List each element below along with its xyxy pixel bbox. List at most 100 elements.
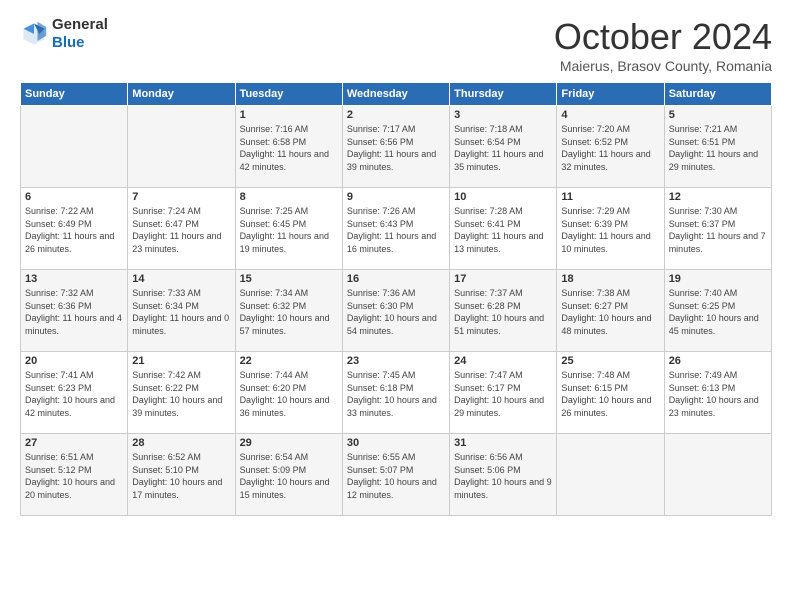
calendar-cell: 27 Sunrise: 6:51 AM Sunset: 5:12 PM Dayli… xyxy=(21,434,128,516)
calendar-cell: 24 Sunrise: 7:47 AM Sunset: 6:17 PM Dayli… xyxy=(450,352,557,434)
logo-line2: Blue xyxy=(52,34,108,52)
calendar-cell: 29Sunrise: 6:54 AM Sunset: 5:09 PM Dayli… xyxy=(235,434,342,516)
cell-info: Sunrise: 7:29 AM Sunset: 6:39 PM Dayligh… xyxy=(561,205,659,255)
calendar-cell: 18 Sunrise: 7:38 AM Sunset: 6:27 PM Dayli… xyxy=(557,270,664,352)
day-number: 22 xyxy=(240,355,338,367)
cell-info: Sunrise: 7:24 AM Sunset: 6:47 PM Dayligh… xyxy=(132,205,230,255)
cell-info: Sunrise: 7:41 AM Sunset: 6:23 PM Dayligh… xyxy=(25,369,123,419)
calendar-cell: 1Sunrise: 7:16 AM Sunset: 6:58 PM Daylig… xyxy=(235,106,342,188)
calendar-cell: 17Sunrise: 7:37 AM Sunset: 6:28 PM Dayli… xyxy=(450,270,557,352)
day-number: 26 xyxy=(669,355,767,367)
cell-info: Sunrise: 7:36 AM Sunset: 6:30 PM Dayligh… xyxy=(347,287,445,337)
calendar-cell xyxy=(21,106,128,188)
cell-info: Sunrise: 7:21 AM Sunset: 6:51 PM Dayligh… xyxy=(669,123,767,173)
day-number: 30 xyxy=(347,437,445,449)
calendar-cell: 30 Sunrise: 6:55 AM Sunset: 5:07 PM Dayli… xyxy=(342,434,449,516)
title-block: October 2024 Maierus, Brasov County, Rom… xyxy=(554,16,772,74)
cell-info: Sunrise: 6:54 AM Sunset: 5:09 PM Dayligh… xyxy=(240,451,338,501)
calendar-cell: 20 Sunrise: 7:41 AM Sunset: 6:23 PM Dayli… xyxy=(21,352,128,434)
day-number: 20 xyxy=(25,355,123,367)
day-header: Monday xyxy=(128,83,235,106)
calendar-cell: 13Sunrise: 7:32 AM Sunset: 6:36 PM Dayli… xyxy=(21,270,128,352)
cell-info: Sunrise: 7:32 AM Sunset: 6:36 PM Dayligh… xyxy=(25,287,123,337)
logo-line1: General xyxy=(52,16,108,34)
header: General Blue October 2024 Maierus, Braso… xyxy=(20,16,772,74)
calendar-cell: 21 Sunrise: 7:42 AM Sunset: 6:22 PM Dayli… xyxy=(128,352,235,434)
cell-info: Sunrise: 6:56 AM Sunset: 5:06 PM Dayligh… xyxy=(454,451,552,501)
day-number: 3 xyxy=(454,109,552,121)
day-header: Wednesday xyxy=(342,83,449,106)
day-header: Thursday xyxy=(450,83,557,106)
cell-info: Sunrise: 7:47 AM Sunset: 6:17 PM Dayligh… xyxy=(454,369,552,419)
calendar-week: 6 Sunrise: 7:22 AM Sunset: 6:49 PM Daylig… xyxy=(21,188,772,270)
cell-info: Sunrise: 7:25 AM Sunset: 6:45 PM Dayligh… xyxy=(240,205,338,255)
cell-info: Sunrise: 7:30 AM Sunset: 6:37 PM Dayligh… xyxy=(669,205,767,255)
calendar-cell: 4Sunrise: 7:20 AM Sunset: 6:52 PM Daylig… xyxy=(557,106,664,188)
day-number: 27 xyxy=(25,437,123,449)
day-number: 21 xyxy=(132,355,230,367)
logo: General Blue xyxy=(20,16,108,52)
day-number: 23 xyxy=(347,355,445,367)
day-number: 28 xyxy=(132,437,230,449)
cell-info: Sunrise: 7:18 AM Sunset: 6:54 PM Dayligh… xyxy=(454,123,552,173)
day-number: 24 xyxy=(454,355,552,367)
cell-info: Sunrise: 7:42 AM Sunset: 6:22 PM Dayligh… xyxy=(132,369,230,419)
cell-info: Sunrise: 7:49 AM Sunset: 6:13 PM Dayligh… xyxy=(669,369,767,419)
cell-info: Sunrise: 7:20 AM Sunset: 6:52 PM Dayligh… xyxy=(561,123,659,173)
day-number: 6 xyxy=(25,191,123,203)
calendar-cell: 5 Sunrise: 7:21 AM Sunset: 6:51 PM Daylig… xyxy=(664,106,771,188)
day-number: 7 xyxy=(132,191,230,203)
day-number: 5 xyxy=(669,109,767,121)
calendar-cell: 14Sunrise: 7:33 AM Sunset: 6:34 PM Dayli… xyxy=(128,270,235,352)
day-number: 31 xyxy=(454,437,552,449)
month-title: October 2024 xyxy=(554,16,772,58)
calendar-cell: 15 Sunrise: 7:34 AM Sunset: 6:32 PM Dayli… xyxy=(235,270,342,352)
calendar-cell: 23 Sunrise: 7:45 AM Sunset: 6:18 PM Dayli… xyxy=(342,352,449,434)
calendar-cell: 7 Sunrise: 7:24 AM Sunset: 6:47 PM Daylig… xyxy=(128,188,235,270)
calendar-cell: 9Sunrise: 7:26 AM Sunset: 6:43 PM Daylig… xyxy=(342,188,449,270)
cell-info: Sunrise: 6:55 AM Sunset: 5:07 PM Dayligh… xyxy=(347,451,445,501)
day-header: Tuesday xyxy=(235,83,342,106)
calendar-cell: 26 Sunrise: 7:49 AM Sunset: 6:13 PM Dayli… xyxy=(664,352,771,434)
day-number: 11 xyxy=(561,191,659,203)
day-number: 8 xyxy=(240,191,338,203)
cell-info: Sunrise: 7:48 AM Sunset: 6:15 PM Dayligh… xyxy=(561,369,659,419)
calendar-cell: 28 Sunrise: 6:52 AM Sunset: 5:10 PM Dayli… xyxy=(128,434,235,516)
page: General Blue October 2024 Maierus, Braso… xyxy=(0,0,792,612)
cell-info: Sunrise: 7:33 AM Sunset: 6:34 PM Dayligh… xyxy=(132,287,230,337)
day-number: 2 xyxy=(347,109,445,121)
cell-info: Sunrise: 7:22 AM Sunset: 6:49 PM Dayligh… xyxy=(25,205,123,255)
calendar-cell: 2 Sunrise: 7:17 AM Sunset: 6:56 PM Daylig… xyxy=(342,106,449,188)
cell-info: Sunrise: 7:44 AM Sunset: 6:20 PM Dayligh… xyxy=(240,369,338,419)
calendar-cell: 6 Sunrise: 7:22 AM Sunset: 6:49 PM Daylig… xyxy=(21,188,128,270)
calendar-week: 20 Sunrise: 7:41 AM Sunset: 6:23 PM Dayli… xyxy=(21,352,772,434)
cell-info: Sunrise: 7:34 AM Sunset: 6:32 PM Dayligh… xyxy=(240,287,338,337)
calendar-cell: 8 Sunrise: 7:25 AM Sunset: 6:45 PM Daylig… xyxy=(235,188,342,270)
calendar-cell: 16 Sunrise: 7:36 AM Sunset: 6:30 PM Dayli… xyxy=(342,270,449,352)
day-number: 19 xyxy=(669,273,767,285)
cell-info: Sunrise: 7:16 AM Sunset: 6:58 PM Dayligh… xyxy=(240,123,338,173)
cell-info: Sunrise: 7:26 AM Sunset: 6:43 PM Dayligh… xyxy=(347,205,445,255)
calendar-cell xyxy=(557,434,664,516)
calendar-cell: 12Sunrise: 7:30 AM Sunset: 6:37 PM Dayli… xyxy=(664,188,771,270)
day-header: Saturday xyxy=(664,83,771,106)
day-header: Friday xyxy=(557,83,664,106)
calendar-table: SundayMondayTuesdayWednesdayThursdayFrid… xyxy=(20,82,772,516)
calendar-cell: 11 Sunrise: 7:29 AM Sunset: 6:39 PM Dayli… xyxy=(557,188,664,270)
cell-info: Sunrise: 6:51 AM Sunset: 5:12 PM Dayligh… xyxy=(25,451,123,501)
calendar-week: 27 Sunrise: 6:51 AM Sunset: 5:12 PM Dayli… xyxy=(21,434,772,516)
day-number: 25 xyxy=(561,355,659,367)
cell-info: Sunrise: 7:17 AM Sunset: 6:56 PM Dayligh… xyxy=(347,123,445,173)
cell-info: Sunrise: 7:37 AM Sunset: 6:28 PM Dayligh… xyxy=(454,287,552,337)
day-number: 16 xyxy=(347,273,445,285)
calendar-cell xyxy=(128,106,235,188)
cell-info: Sunrise: 6:52 AM Sunset: 5:10 PM Dayligh… xyxy=(132,451,230,501)
cell-info: Sunrise: 7:38 AM Sunset: 6:27 PM Dayligh… xyxy=(561,287,659,337)
day-number: 18 xyxy=(561,273,659,285)
day-number: 10 xyxy=(454,191,552,203)
calendar-week: 13Sunrise: 7:32 AM Sunset: 6:36 PM Dayli… xyxy=(21,270,772,352)
calendar-cell: 19Sunrise: 7:40 AM Sunset: 6:25 PM Dayli… xyxy=(664,270,771,352)
calendar-cell: 22 Sunrise: 7:44 AM Sunset: 6:20 PM Dayli… xyxy=(235,352,342,434)
day-number: 15 xyxy=(240,273,338,285)
cell-info: Sunrise: 7:45 AM Sunset: 6:18 PM Dayligh… xyxy=(347,369,445,419)
